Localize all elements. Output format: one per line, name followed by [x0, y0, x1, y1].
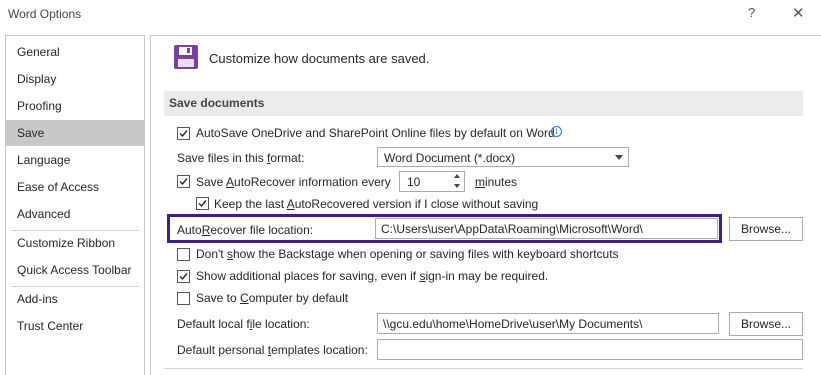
autorecover-minutes-stepper[interactable]: 10 — [399, 171, 465, 192]
format-label: Save files in this format: — [177, 151, 305, 165]
minutes-label: minutes — [475, 175, 518, 189]
save-icon — [173, 44, 199, 73]
backstage-checkbox[interactable] — [177, 248, 190, 261]
browse-local-button[interactable]: Browse... — [729, 312, 803, 336]
close-button[interactable]: ✕ — [792, 4, 805, 22]
save-to-computer-checkbox[interactable] — [177, 292, 190, 305]
autorecover-label: Save AutoRecover information every — [196, 175, 391, 189]
spin-up-icon[interactable] — [454, 174, 460, 178]
spin-down-icon[interactable] — [454, 184, 460, 188]
autosave-checkbox[interactable] — [177, 127, 190, 140]
format-dropdown[interactable]: Word Document (*.docx) — [377, 147, 629, 167]
format-dropdown-value: Word Document (*.docx) — [384, 151, 516, 165]
chevron-down-icon — [615, 155, 623, 160]
local-location-input[interactable]: \\gcu.edu\home\HomeDrive\user\My Documen… — [377, 313, 719, 334]
sidebar-item-save[interactable]: Save — [6, 120, 144, 146]
highlight-box — [167, 214, 722, 243]
autosave-label: AutoSave OneDrive and SharePoint Online … — [196, 126, 555, 140]
templates-location-input[interactable] — [377, 339, 803, 360]
autorecover-minutes-value: 10 — [407, 175, 421, 189]
autorecover-checkbox[interactable] — [177, 175, 190, 188]
title-bar: Word Options ? ✕ — [0, 0, 821, 30]
sidebar-item-quick-access-toolbar[interactable]: Quick Access Toolbar — [6, 257, 144, 283]
sidebar-item-proofing[interactable]: Proofing — [6, 93, 144, 119]
options-sidebar: General Display Proofing Save Language E… — [5, 35, 145, 375]
sidebar-item-ease-of-access[interactable]: Ease of Access — [6, 174, 144, 200]
sidebar-item-advanced[interactable]: Advanced — [6, 201, 144, 227]
local-location-label: Default local file location: — [177, 317, 310, 331]
additional-places-label: Show additional places for saving, even … — [196, 269, 549, 283]
sidebar-item-display[interactable]: Display — [6, 66, 144, 92]
save-to-computer-label: Save to Computer by default — [196, 291, 349, 305]
divider — [164, 368, 803, 369]
page-heading: Customize how documents are saved. — [209, 51, 430, 66]
sidebar-item-add-ins[interactable]: Add-ins — [6, 286, 144, 312]
sidebar-item-customize-ribbon[interactable]: Customize Ribbon — [6, 230, 144, 256]
sidebar-item-language[interactable]: Language — [6, 147, 144, 173]
help-button[interactable]: ? — [748, 5, 755, 20]
browse-autorecover-button[interactable]: Browse... — [729, 217, 803, 241]
templates-location-label: Default personal templates location: — [177, 343, 368, 357]
sidebar-item-trust-center[interactable]: Trust Center — [6, 313, 144, 339]
keep-last-checkbox[interactable] — [196, 197, 209, 210]
additional-places-checkbox[interactable] — [177, 270, 190, 283]
keep-last-label: Keep the last AutoRecovered version if I… — [214, 197, 539, 211]
window-title: Word Options — [8, 7, 82, 21]
info-icon[interactable]: i — [551, 126, 562, 137]
sidebar-item-general[interactable]: General — [6, 39, 144, 65]
section-title: Save documents — [169, 96, 265, 110]
backstage-label: Don't show the Backstage when opening or… — [196, 247, 619, 261]
